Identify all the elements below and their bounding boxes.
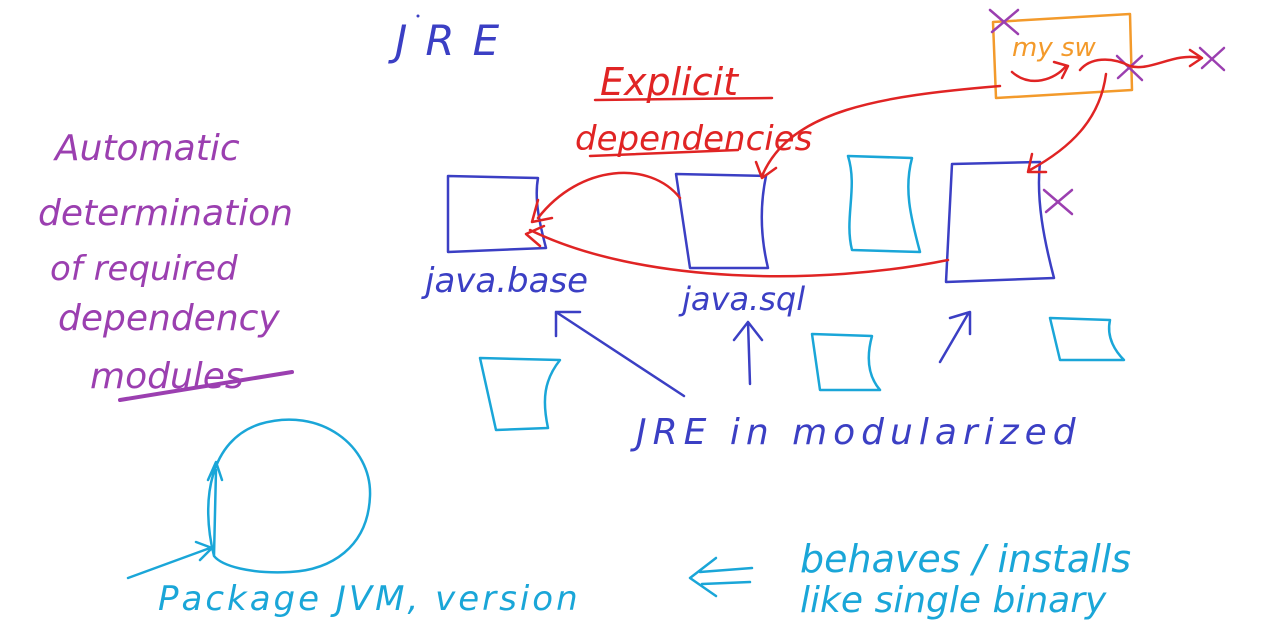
note-line: dependency: [58, 298, 280, 339]
arrow-icon: [126, 540, 214, 580]
stray-dot: [416, 14, 420, 18]
note-line: Automatic: [53, 128, 240, 169]
package-label: Package JVM, version: [158, 579, 581, 619]
my-sw-label: my sw: [1012, 33, 1097, 63]
jre-modularized-label: JRE in modularized: [630, 412, 1082, 453]
arrow-up-icon: [938, 310, 972, 364]
cross-mark-icon: [1042, 188, 1074, 216]
jre-title: JRE: [388, 16, 517, 65]
arrow-up-icon: [732, 320, 764, 386]
dependency-arrow: [1026, 72, 1108, 174]
module-java-sql: [674, 172, 770, 270]
single-binary-label: like single binary: [800, 580, 1107, 621]
arrow-up-icon: [554, 310, 686, 398]
note-line: of required: [50, 249, 238, 289]
module-blue-3: [944, 160, 1056, 284]
whiteboard-canvas: JRE Explicit dependencies my sw java.bas…: [38, 8, 1226, 621]
java-sql-label: java.sql: [678, 280, 805, 318]
automatic-determination-note: Automatic determination of required depe…: [38, 128, 294, 402]
module-java-base: [446, 174, 548, 254]
dependency-arrow: [530, 171, 682, 224]
arrow-icon: [1010, 60, 1070, 82]
double-arrow-icon: [688, 556, 754, 598]
behaves-label: behaves / installs: [800, 537, 1131, 581]
module-cyan-4: [478, 356, 562, 432]
cross-mark-icon: [1198, 46, 1226, 72]
arrow-icon: [1078, 48, 1204, 72]
module-cyan-3: [810, 332, 882, 392]
java-base-label: java.base: [421, 261, 588, 301]
note-line: determination: [38, 193, 293, 234]
module-cyan-2: [1048, 316, 1126, 362]
module-cyan-1: [846, 154, 922, 254]
package-circle: [206, 418, 372, 574]
